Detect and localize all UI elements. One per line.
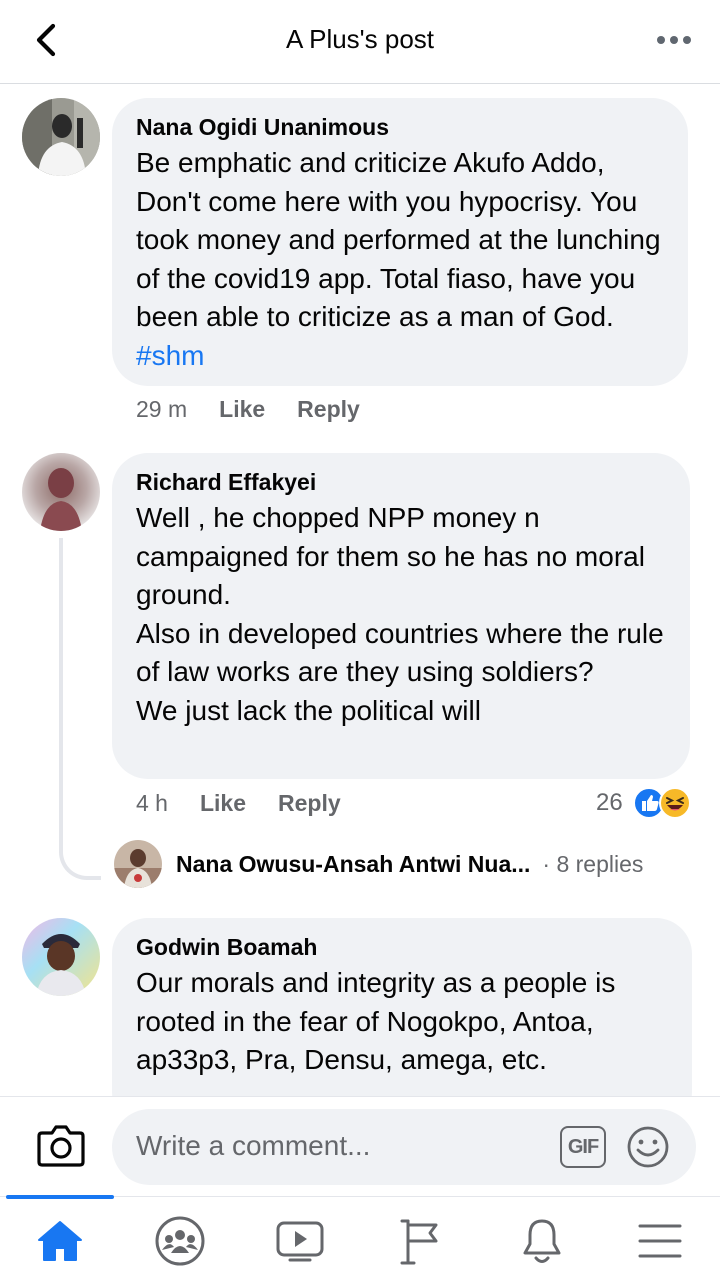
comment-composer: Write a comment... GIF xyxy=(0,1096,720,1196)
camera-icon xyxy=(37,1125,85,1167)
menu-icon xyxy=(638,1224,682,1258)
comment-text-body: Be emphatic and criticize Akufo Addo, Do… xyxy=(136,147,661,332)
comment-time[interactable]: 29 m xyxy=(136,396,187,423)
hashtag-link[interactable]: #shm xyxy=(136,340,204,371)
comment-text: Be emphatic and criticize Akufo Addo, Do… xyxy=(136,144,664,375)
gif-button[interactable]: GIF xyxy=(560,1126,606,1168)
groups-icon xyxy=(155,1216,205,1266)
comment-author[interactable]: Godwin Boamah xyxy=(136,932,668,962)
avatar xyxy=(114,840,162,888)
page-title: A Plus's post xyxy=(285,24,435,54)
avatar[interactable] xyxy=(22,453,100,531)
reply-count[interactable]: · 8 replies xyxy=(542,851,643,878)
avatar[interactable] xyxy=(22,98,100,176)
comment-time[interactable]: 4 h xyxy=(136,790,168,817)
home-icon xyxy=(38,1221,82,1261)
nav-groups[interactable] xyxy=(150,1215,210,1267)
comment-author[interactable]: Nana Ogidi Unanimous xyxy=(136,112,664,142)
notifications-bell-icon xyxy=(523,1219,561,1263)
comment-actions: 4 h Like Reply xyxy=(136,790,341,817)
thread-connector xyxy=(59,538,101,880)
pages-flag-icon xyxy=(400,1219,438,1265)
like-button[interactable]: Like xyxy=(200,790,246,817)
avatar[interactable] xyxy=(22,918,100,996)
comment-placeholder: Write a comment... xyxy=(136,1130,371,1161)
nav-menu[interactable] xyxy=(630,1215,690,1267)
comment-text: Our morals and integrity as a people is … xyxy=(136,967,616,1075)
more-options-button[interactable] xyxy=(652,22,696,58)
haha-reaction-icon xyxy=(658,787,691,819)
nav-watch[interactable] xyxy=(270,1215,330,1267)
reply-button[interactable]: Reply xyxy=(278,790,341,817)
view-replies-row[interactable]: Nana Owusu-Ansah Antwi Nua... · 8 replie… xyxy=(114,840,643,888)
bottom-navigation xyxy=(0,1195,720,1280)
comment-bubble: Nana Ogidi Unanimous Be emphatic and cri… xyxy=(112,98,688,386)
camera-button[interactable] xyxy=(36,1123,86,1169)
nav-pages[interactable] xyxy=(390,1215,450,1267)
emoji-button[interactable] xyxy=(626,1125,670,1169)
watch-icon xyxy=(276,1221,324,1262)
top-header: A Plus's post xyxy=(0,0,720,84)
active-tab-indicator xyxy=(6,1195,114,1199)
comment-input[interactable]: Write a comment... GIF xyxy=(112,1109,696,1185)
reaction-summary[interactable]: 26 xyxy=(596,787,691,819)
emoji-icon xyxy=(627,1126,669,1168)
nav-notifications[interactable] xyxy=(512,1215,572,1267)
comment-bubble: Richard Effakyei Well , he chopped NPP m… xyxy=(112,453,690,779)
like-button[interactable]: Like xyxy=(219,396,265,423)
comment-text: Well , he chopped NPP money n campaigned… xyxy=(136,502,664,726)
reply-author[interactable]: Nana Owusu-Ansah Antwi Nua... xyxy=(176,851,530,878)
nav-home[interactable] xyxy=(30,1215,90,1267)
reaction-count: 26 xyxy=(596,789,623,816)
comment-author[interactable]: Richard Effakyei xyxy=(136,467,666,497)
comment-actions: 29 m Like Reply xyxy=(136,396,360,423)
reply-button[interactable]: Reply xyxy=(297,396,360,423)
more-dots-icon xyxy=(657,36,691,44)
